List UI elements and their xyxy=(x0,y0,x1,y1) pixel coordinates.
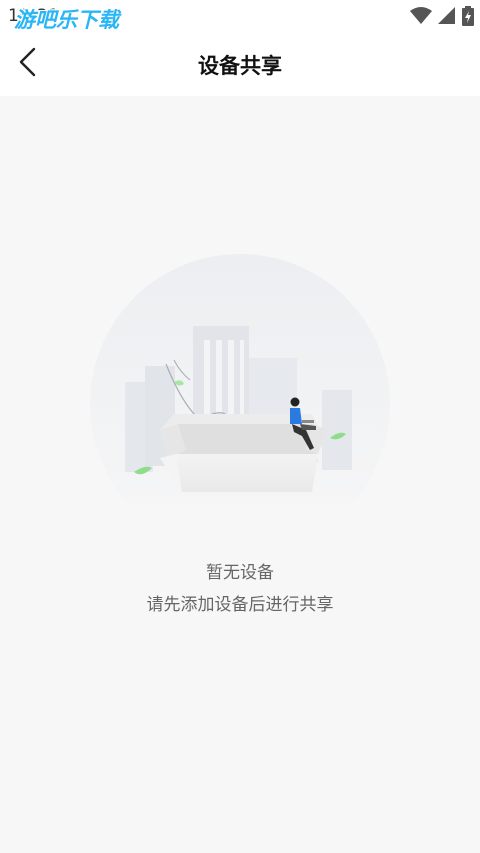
empty-state-description: 请先添加设备后进行共享 xyxy=(146,595,334,615)
page-title: 设备共享 xyxy=(198,54,282,78)
empty-box-illustration xyxy=(90,254,390,554)
empty-state-title: 暂无设备 xyxy=(206,563,274,583)
signal-icon xyxy=(438,7,456,29)
nav-bar: 设备共享 xyxy=(0,32,480,96)
status-bar: 10:31 xyxy=(0,0,480,32)
status-icons xyxy=(410,6,474,30)
battery-icon xyxy=(462,6,474,30)
wifi-icon xyxy=(410,7,432,29)
status-time: 10:31 xyxy=(8,6,60,26)
content-area: 暂无设备 请先添加设备后进行共享 xyxy=(0,96,480,853)
